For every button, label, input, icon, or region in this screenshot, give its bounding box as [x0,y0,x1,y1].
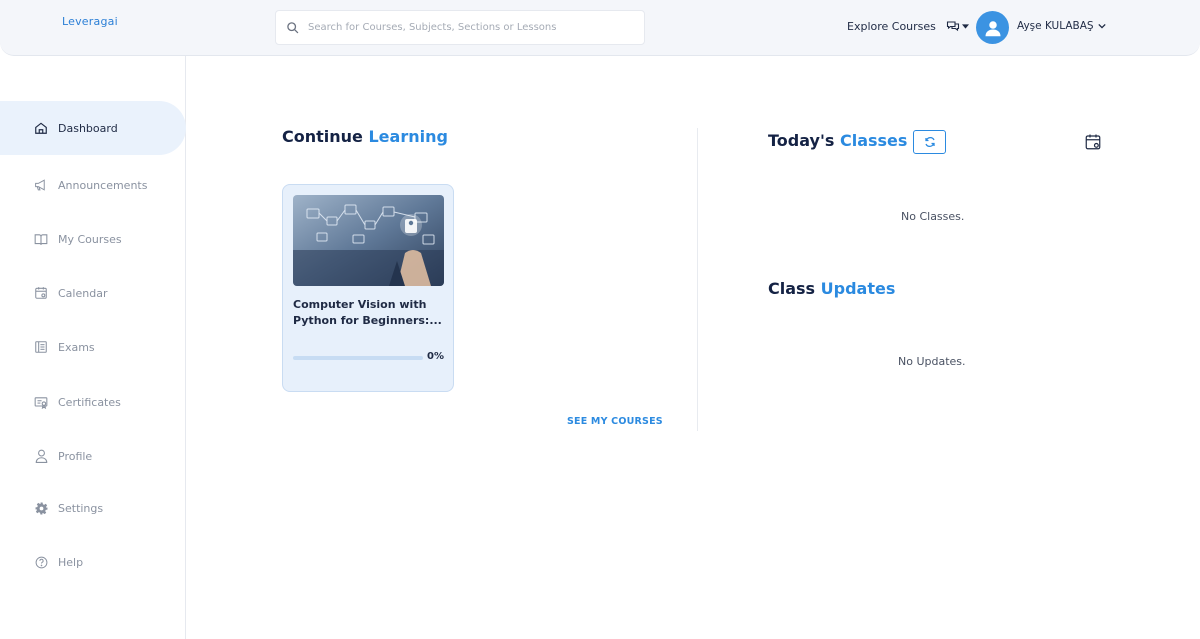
refresh-icon [924,136,935,148]
class-updates-title: Class Updates [768,279,896,298]
sidebar-item-announcements[interactable]: Announcements [0,171,186,199]
todays-classes-title: Today's Classes [768,131,908,150]
caret-down-icon [962,23,969,29]
logo[interactable]: Leveragai [62,15,118,28]
sidebar-item-label: Announcements [58,178,148,192]
chat-dropdown[interactable] [946,20,969,32]
certificate-icon [34,395,48,409]
sidebar-item-label: Calendar [58,286,108,300]
sidebar-item-exams[interactable]: Exams [0,333,186,361]
continue-learning-title: Continue Learning [282,127,448,146]
calendar-button[interactable] [1084,133,1102,151]
search-bar[interactable] [275,10,645,45]
course-progress-percent: 0% [427,351,444,362]
chat-icon [946,21,960,32]
megaphone-icon [34,178,48,192]
search-icon [287,22,299,34]
sidebar-item-dashboard[interactable]: Dashboard [0,101,186,155]
sidebar-item-settings[interactable]: Settings [0,494,186,522]
home-icon [34,121,48,135]
calendar-icon [1085,134,1101,150]
user-name: Ayşe KULABAŞ [1017,20,1094,32]
sidebar-item-label: Certificates [58,395,121,409]
gear-icon [34,501,48,515]
course-title: Computer Vision with Python for Beginner… [293,298,442,327]
sidebar-item-label: Help [58,555,84,569]
user-icon [34,449,48,463]
calendar-icon [34,286,48,300]
top-header: Leveragai Explore Courses Ayşe KULABAŞ [0,0,1200,56]
explore-courses-link[interactable]: Explore Courses [847,20,936,33]
sidebar-item-label: Exams [58,340,95,354]
sidebar-item-label: My Courses [58,232,122,246]
course-progress-bar [293,356,423,360]
user-menu[interactable]: Ayşe KULABAŞ [1017,20,1106,32]
sidebar-item-my-courses[interactable]: My Courses [0,225,186,253]
sidebar-item-label: Settings [58,501,104,515]
refresh-button[interactable] [913,130,946,154]
help-icon [34,555,48,569]
search-input[interactable] [308,22,628,33]
no-updates-text: No Updates. [898,355,966,368]
see-my-courses-link[interactable]: SEE MY COURSES [567,416,663,427]
sidebar-item-calendar[interactable]: Calendar [0,279,186,307]
user-avatar-icon [985,20,1000,36]
sidebar-item-label: Dashboard [58,121,118,135]
course-thumbnail [293,195,444,286]
sidebar-item-label: Profile [58,449,93,463]
chevron-down-icon [1097,23,1106,29]
course-card[interactable]: Computer Vision with Python for Beginner… [282,184,454,392]
column-divider [697,128,698,431]
avatar[interactable] [976,11,1009,44]
sidebar-item-certificates[interactable]: Certificates [0,388,186,416]
sidebar: Dashboard Announcements My Courses Calen… [0,56,186,639]
sidebar-item-help[interactable]: Help [0,548,186,576]
book-icon [34,232,48,246]
exam-icon [34,340,48,354]
sidebar-item-profile[interactable]: Profile [0,442,186,470]
no-classes-text: No Classes. [901,210,965,223]
